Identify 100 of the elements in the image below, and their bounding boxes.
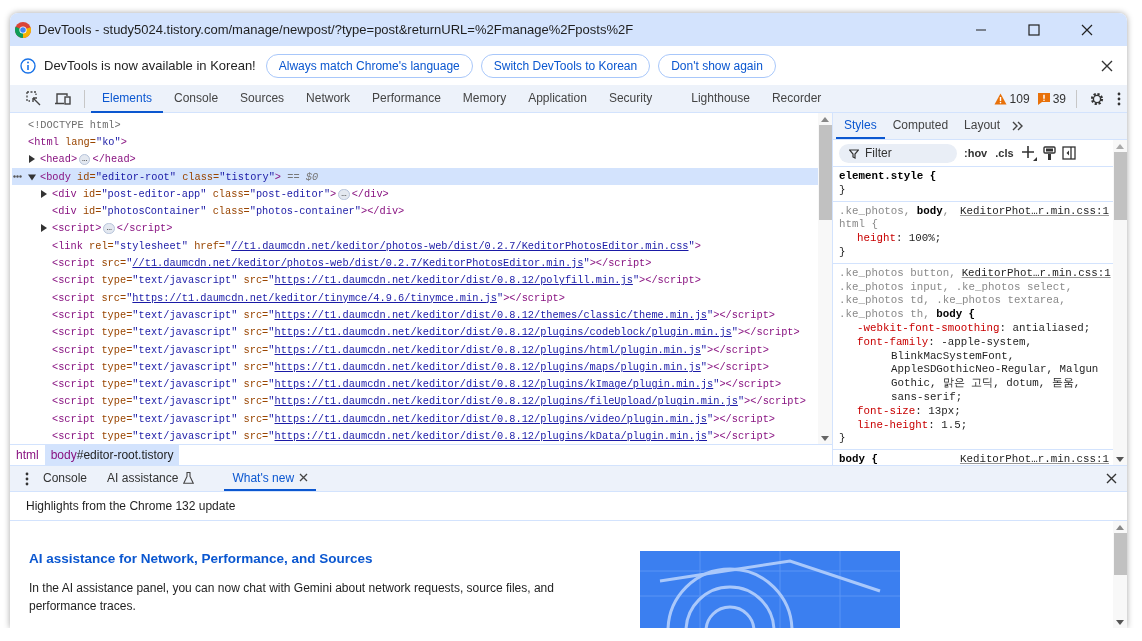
- tree-row[interactable]: <div id="post-editor-app" class="post-editor"> … </div>: [12, 185, 818, 203]
- tree-row[interactable]: <div id="photosContainer" class="photos-container"></div>: [12, 202, 818, 220]
- toggle-button[interactable]: .cls: [994, 147, 1015, 159]
- tree-row[interactable]: <head> … </head>: [12, 150, 818, 168]
- drawer-tab[interactable]: What's new: [224, 466, 317, 491]
- tree-row[interactable]: <!DOCTYPE html>: [12, 116, 818, 134]
- panel-tab[interactable]: Elements: [91, 84, 164, 113]
- link[interactable]: https://t1.daumcdn.net/keditor/dist/0.8.12/plugins/kImage/plugin.min.js: [274, 378, 714, 391]
- tree-row[interactable]: <link rel="stylesheet" href="//t1.daumcdn.net/keditor/photos-web/dist/0.2.7/KeditorPhotosEditor.min.css">: [12, 237, 818, 255]
- link[interactable]: https://t1.daumcdn.net/keditor/dist/0.8.12/plugins/fileUpload/plugin.min.js: [274, 395, 738, 408]
- code-line: <script> … </script>: [52, 222, 173, 235]
- tree-row[interactable]: <script type="text/javascript" src="https://t1.daumcdn.net/keditor/dist/0.8.12/plugins/maps/plugin.min.js"></script>: [12, 358, 818, 376]
- code-line: <script type="text/javascript" src="https://t1.daumcdn.net/keditor/dist/0.8.12/plugins/codeblock/plugin.min.js"></script>: [52, 326, 800, 339]
- scrollbar[interactable]: [1113, 140, 1127, 465]
- tree-row[interactable]: <script type="text/javascript" src="https://t1.daumcdn.net/keditor/dist/0.8.12/plugins/fileUpload/plugin.min.js"></script>: [12, 392, 818, 411]
- inspect-icon[interactable]: [26, 90, 42, 107]
- info-icon: [20, 57, 36, 74]
- tree-row[interactable]: <body id="editor-root" class="tistory"> == $0: [12, 167, 818, 186]
- source-link[interactable]: KeditorPhot…r.min.css:1: [959, 453, 1109, 465]
- link[interactable]: //t1.daumcdn.net/keditor/photos-web/dist/0.2.7/KeditorPhotosEditor.min.css: [231, 239, 689, 252]
- filter-field[interactable]: Filter: [839, 143, 957, 163]
- breadcrumb[interactable]: html: [10, 445, 45, 465]
- tree-row[interactable]: <script type="text/javascript" src="https://t1.daumcdn.net/keditor/dist/0.8.12/polyfill.min.js"></script>: [12, 271, 818, 289]
- breadcrumb[interactable]: body#editor-root.tistory: [44, 445, 180, 465]
- drawer-tab[interactable]: AI assistance: [99, 466, 203, 491]
- panel-tab[interactable]: Performance: [361, 84, 452, 113]
- scroll-down-icon[interactable]: [821, 436, 829, 441]
- infobar-button[interactable]: Always match Chrome's language: [265, 53, 473, 78]
- expand-arrow-icon[interactable]: [40, 224, 48, 233]
- link[interactable]: https://t1.daumcdn.net/keditor/dist/0.8.12/plugins/maps/plugin.min.js: [274, 360, 701, 373]
- plus-icon[interactable]: [1020, 145, 1037, 161]
- close-icon[interactable]: [1081, 23, 1093, 36]
- tree-row[interactable]: <script type="text/javascript" src="https://t1.daumcdn.net/keditor/dist/0.8.12/plugins/kData/plugin.min.js"></script>: [12, 427, 818, 444]
- sidebar-tab[interactable]: Layout: [956, 113, 1009, 139]
- tree-row[interactable]: <script src="https://t1.daumcdn.net/keditor/tinymce/4.9.6/tinymce.min.js"></script>: [12, 288, 818, 307]
- sidebar-tab[interactable]: Styles: [836, 113, 885, 139]
- tree-row[interactable]: <script> … </script>: [12, 219, 818, 238]
- close-icon[interactable]: [299, 473, 309, 482]
- more-icon[interactable]: [13, 175, 22, 179]
- scrollbar-thumb[interactable]: [818, 125, 832, 220]
- panel-tab[interactable]: Console: [163, 84, 230, 113]
- panel-tab[interactable]: Network: [295, 84, 362, 113]
- error-counter[interactable]: 39: [1033, 91, 1070, 106]
- panel-tab[interactable]: Application: [517, 84, 598, 113]
- scrollbar-thumb[interactable]: [1113, 152, 1127, 220]
- expand-arrow-icon[interactable]: [40, 189, 48, 198]
- more-icon[interactable]: [1117, 91, 1121, 106]
- more-icon[interactable]: [25, 471, 29, 486]
- scroll-up-icon[interactable]: [1116, 525, 1124, 530]
- link[interactable]: https://t1.daumcdn.net/keditor/dist/0.8.12/plugins/kData/plugin.min.js: [274, 430, 708, 442]
- settings-icon[interactable]: [1089, 90, 1105, 107]
- scrollbar[interactable]: [818, 113, 832, 444]
- close-icon[interactable]: [1106, 473, 1117, 484]
- tree-row[interactable]: <script type="text/javascript" src="https://t1.daumcdn.net/keditor/dist/0.8.12/plugins/video/plugin.min.js"></script>: [12, 410, 818, 428]
- tree-row[interactable]: <script type="text/javascript" src="https://t1.daumcdn.net/keditor/dist/0.8.12/plugins/html/plugin.min.js"></script>: [12, 340, 818, 359]
- link[interactable]: https://t1.daumcdn.net/keditor/tinymce/4.9.6/tinymce.min.js: [132, 291, 497, 304]
- panel-tab[interactable]: Recorder: [760, 84, 833, 113]
- device-icon[interactable]: [54, 90, 72, 107]
- infobar-button[interactable]: Don't show again: [658, 53, 776, 78]
- scrollbar[interactable]: [1113, 521, 1127, 628]
- paint-roller-icon[interactable]: [1042, 145, 1056, 161]
- css-selector: .ke_photos button,: [839, 266, 956, 281]
- sidebar-tab[interactable]: Computed: [884, 113, 957, 139]
- panel-tab[interactable]: Lighthouse: [680, 84, 761, 113]
- tree-row[interactable]: <script type="text/javascript" src="https://t1.daumcdn.net/keditor/dist/0.8.12/plugins/kImage/plugin.min.js"></script>: [12, 375, 818, 393]
- link[interactable]: //t1.daumcdn.net/keditor/photos-web/dist/0.2.7/KeditorPhotosEditor.min.js: [132, 257, 584, 269]
- tree-row[interactable]: <script type="text/javascript" src="https://t1.daumcdn.net/keditor/dist/0.8.12/plugins/codeblock/plugin.min.js"></script>: [12, 323, 818, 341]
- ellipsis-button[interactable]: …: [79, 154, 91, 165]
- css-selector: .ke_photos, body,: [839, 204, 951, 219]
- expand-arrow-icon[interactable]: [28, 155, 36, 164]
- source-link[interactable]: KeditorPhot…r.min.css:1: [961, 266, 1111, 281]
- source-link[interactable]: KeditorPhot…r.min.css:1: [959, 204, 1109, 219]
- scrollbar-thumb[interactable]: [1113, 533, 1127, 575]
- close-icon[interactable]: [1101, 59, 1113, 72]
- scroll-down-icon[interactable]: [1116, 457, 1124, 462]
- link[interactable]: https://t1.daumcdn.net/keditor/dist/0.8.12/plugins/video/plugin.min.js: [274, 412, 708, 425]
- warning-counter[interactable]: 109: [989, 91, 1034, 106]
- ellipsis-button[interactable]: …: [338, 188, 350, 200]
- panel-tab[interactable]: Security: [597, 84, 681, 113]
- tree-row[interactable]: <script src="//t1.daumcdn.net/keditor/photos-web/dist/0.2.7/KeditorPhotosEditor.min.js"></script>: [12, 254, 818, 272]
- panel-tab[interactable]: Memory: [451, 84, 518, 113]
- infobar-button[interactable]: Switch DevTools to Korean: [480, 53, 651, 78]
- tree-row[interactable]: <script type="text/javascript" src="https://t1.daumcdn.net/keditor/dist/0.8.12/themes/classic/theme.min.js"></script>: [12, 306, 818, 324]
- maximize-icon[interactable]: [1028, 23, 1040, 36]
- sidebar-toggle-icon[interactable]: [1061, 146, 1076, 160]
- toggle-button[interactable]: :hov: [963, 147, 989, 159]
- link[interactable]: https://t1.daumcdn.net/keditor/dist/0.8.12/plugins/codeblock/plugin.min.js: [274, 326, 732, 339]
- link[interactable]: https://t1.daumcdn.net/keditor/dist/0.8.12/themes/classic/theme.min.js: [274, 308, 708, 321]
- link[interactable]: https://t1.daumcdn.net/keditor/dist/0.8.12/polyfill.min.js: [274, 274, 633, 287]
- scroll-down-icon[interactable]: [1116, 620, 1124, 625]
- tree-row[interactable]: <html lang="ko">: [12, 133, 818, 151]
- css-declaration: font-size: 13px;: [856, 404, 962, 419]
- panel-tab[interactable]: Sources: [229, 84, 296, 113]
- chevrons-icon[interactable]: [1012, 121, 1025, 131]
- chrome-logo-icon: [15, 21, 31, 38]
- link[interactable]: https://t1.daumcdn.net/keditor/dist/0.8.12/plugins/html/plugin.min.js: [274, 343, 701, 356]
- ellipsis-button[interactable]: …: [103, 223, 115, 235]
- drawer-tab[interactable]: Console: [35, 466, 96, 491]
- expand-arrow-icon[interactable]: [28, 172, 36, 181]
- scroll-up-icon[interactable]: [821, 117, 829, 122]
